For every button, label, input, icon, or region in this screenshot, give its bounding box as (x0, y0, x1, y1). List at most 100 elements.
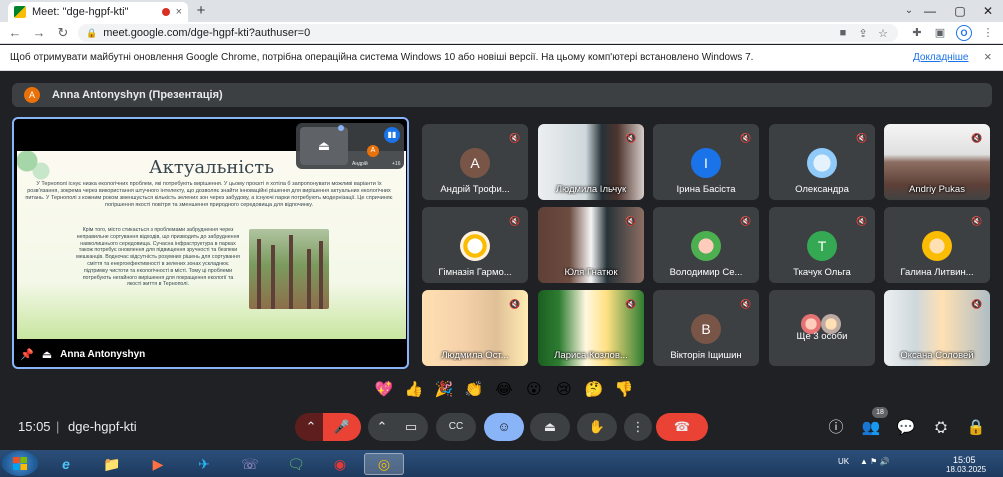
camera-options-button[interactable]: ⌃ (368, 413, 396, 441)
host-controls-icon[interactable]: 🔒 (966, 418, 986, 438)
share-icon[interactable]: ⇪ (856, 27, 870, 40)
present-now-button[interactable]: ⏏ (530, 413, 570, 441)
start-button[interactable] (2, 451, 38, 476)
clock-time[interactable]: 15:05 (953, 455, 976, 465)
self-view-mini-panel[interactable]: ⏏ A ▮▮ Андрій +16 (296, 123, 404, 169)
media-player-icon[interactable]: ▶ (138, 453, 178, 475)
camera-button[interactable]: ▭ (394, 413, 428, 441)
back-icon[interactable]: ← (6, 24, 24, 42)
reaction-laugh[interactable]: 😂 (492, 378, 516, 402)
minimize-button[interactable]: — (915, 0, 945, 22)
mic-muted-icon: 🔇 (740, 133, 752, 143)
address-bar[interactable]: 🔒 meet.google.com/dge-hgpf-kti?authuser=… (78, 24, 898, 42)
bookmark-star-icon[interactable]: ☆ (876, 27, 890, 40)
reaction-thinking[interactable]: 🤔 (582, 378, 606, 402)
captions-icon: CC (448, 421, 464, 432)
presentation-tile[interactable]: Актуальність У Тернополі існує низка еко… (12, 117, 409, 369)
participant-name: Гімназія Гармо... (438, 267, 512, 278)
more-participants-tile[interactable]: Ще 3 особи (769, 290, 875, 366)
mic-muted-icon: 🔇 (509, 299, 521, 309)
participant-avatar: I (691, 148, 721, 178)
forward-icon[interactable]: → (30, 24, 48, 42)
viber-icon[interactable]: ☏ (230, 453, 270, 475)
present-screen-icon: ⏏ (543, 419, 557, 434)
reaction-thumbs-down[interactable]: 👎 (612, 378, 636, 402)
status-dot (338, 125, 344, 131)
clock-date[interactable]: 18.03.2025 (946, 465, 986, 474)
more-options-button[interactable]: ⋮ (624, 413, 652, 441)
participant-count-badge: 18 (872, 407, 888, 418)
hang-up-icon: ☎ (673, 419, 691, 434)
mic-muted-icon: 🔇 (856, 216, 868, 226)
participant-tile[interactable]: 🔇 Людмила Ост... (422, 290, 528, 366)
maximize-button[interactable]: ▢ (945, 0, 975, 22)
mic-muted-button[interactable]: 🎤 (323, 413, 361, 441)
participant-name: Вікторія Іщишин (670, 350, 742, 361)
tray-icons[interactable]: ▲ ⚑ 🔊 (860, 457, 890, 466)
participant-tile[interactable]: 🔇 Гімназія Гармо... (422, 207, 528, 283)
language-indicator[interactable]: UK (838, 457, 849, 466)
telegram-icon[interactable]: ✈ (184, 453, 224, 475)
participant-tile[interactable]: 🔇 Людмила Ільчук (538, 124, 644, 200)
meeting-details-icon[interactable]: ⓘ (826, 418, 846, 438)
browser-tab-meet[interactable]: Meet: "dge-hgpf-kti" × (8, 2, 188, 22)
participant-tile[interactable]: 🔇 Галина Литвин... (884, 207, 990, 283)
window-close-button[interactable]: ✕ (973, 0, 1003, 22)
infobar-close-button[interactable]: × (984, 49, 992, 64)
participant-name: Юля Гнатюк (564, 267, 618, 278)
reaction-clap[interactable]: 👏 (462, 378, 486, 402)
participant-tile[interactable]: 🔇 Andriy Pukas (884, 124, 990, 200)
reaction-surprised[interactable]: 😮 (522, 378, 546, 402)
participant-tile[interactable]: 🔇 В Вікторія Іщишин (653, 290, 759, 366)
participant-tile[interactable]: 🔇 Олександра (769, 124, 875, 200)
participant-tile[interactable]: 🔇 I Ірина Басіста (653, 124, 759, 200)
recording-indicator-icon (161, 8, 170, 16)
tab-close-button[interactable]: × (176, 6, 182, 18)
activities-icon[interactable]: ⛭ (931, 418, 951, 438)
participant-tile[interactable]: 🔇 Лариса Козлов... (538, 290, 644, 366)
chrome-menu-icon[interactable]: ⋮ (980, 25, 996, 41)
captions-button[interactable]: CC (436, 413, 476, 441)
mic-muted-icon: 🔇 (971, 216, 983, 226)
chrome-icon[interactable]: ◎ (364, 453, 404, 475)
more-participants-label: Ще 3 особи (796, 331, 848, 342)
file-explorer-icon[interactable]: 📁 (92, 453, 132, 475)
url-text[interactable]: meet.google.com/dge-hgpf-kti?authuser=0 (103, 27, 830, 39)
profile-avatar[interactable]: O (956, 25, 972, 41)
infobar-message: Щоб отримувати майбутні оновлення Google… (10, 52, 754, 63)
reaction-party[interactable]: 🎉 (432, 378, 456, 402)
chat-app-icon[interactable]: 🗨 (276, 453, 316, 475)
camera-in-use-icon[interactable]: ■ (836, 27, 850, 39)
participant-tile[interactable]: 🔇 T Ткачук Ольга (769, 207, 875, 283)
reload-icon[interactable]: ↻ (54, 24, 72, 42)
raise-hand-button[interactable]: ✋ (577, 413, 617, 441)
mini-avatar: A (367, 145, 379, 157)
emoji-reactions-button[interactable]: ☺ (484, 413, 524, 441)
participant-name: Олександра (795, 184, 849, 195)
people-icon[interactable]: 👥 (861, 418, 881, 438)
new-tab-button[interactable]: + (192, 3, 210, 21)
reaction-heart[interactable]: 💖 (372, 378, 396, 402)
internet-explorer-icon[interactable]: e (46, 453, 86, 475)
hand-icon: ✋ (588, 419, 606, 434)
site-info-icon[interactable]: 🔒 (86, 28, 97, 39)
participant-name: Володимир Се... (669, 267, 743, 278)
participant-tile[interactable]: 🔇 Юля Гнатюк (538, 207, 644, 283)
chat-icon[interactable]: 💬 (896, 418, 916, 438)
opera-icon[interactable]: ◉ (320, 453, 360, 475)
presentation-slide: Актуальність У Тернополі існує низка еко… (17, 151, 406, 339)
mic-muted-icon: 🔇 (625, 216, 637, 226)
mic-muted-icon: 🔇 (625, 133, 637, 143)
reaction-thumbs-up[interactable]: 👍 (402, 378, 426, 402)
leave-call-button[interactable]: ☎ (656, 413, 708, 441)
side-panel-icon[interactable]: ▣ (932, 25, 948, 41)
participant-tile[interactable]: 🔇 A Андрій Трофи... (422, 124, 528, 200)
meeting-time: 15:05 (18, 419, 51, 434)
learn-more-link[interactable]: Докладніше (913, 52, 969, 63)
reaction-sad[interactable]: 😢 (552, 378, 576, 402)
participant-tile[interactable]: 🔇 Володимир Се... (653, 207, 759, 283)
pin-icon[interactable]: 📌 (20, 348, 34, 361)
mic-muted-icon: 🔇 (856, 133, 868, 143)
extensions-icon[interactable]: ✚ (909, 25, 925, 41)
participant-tile[interactable]: 🔇 Оксана Соловей (884, 290, 990, 366)
